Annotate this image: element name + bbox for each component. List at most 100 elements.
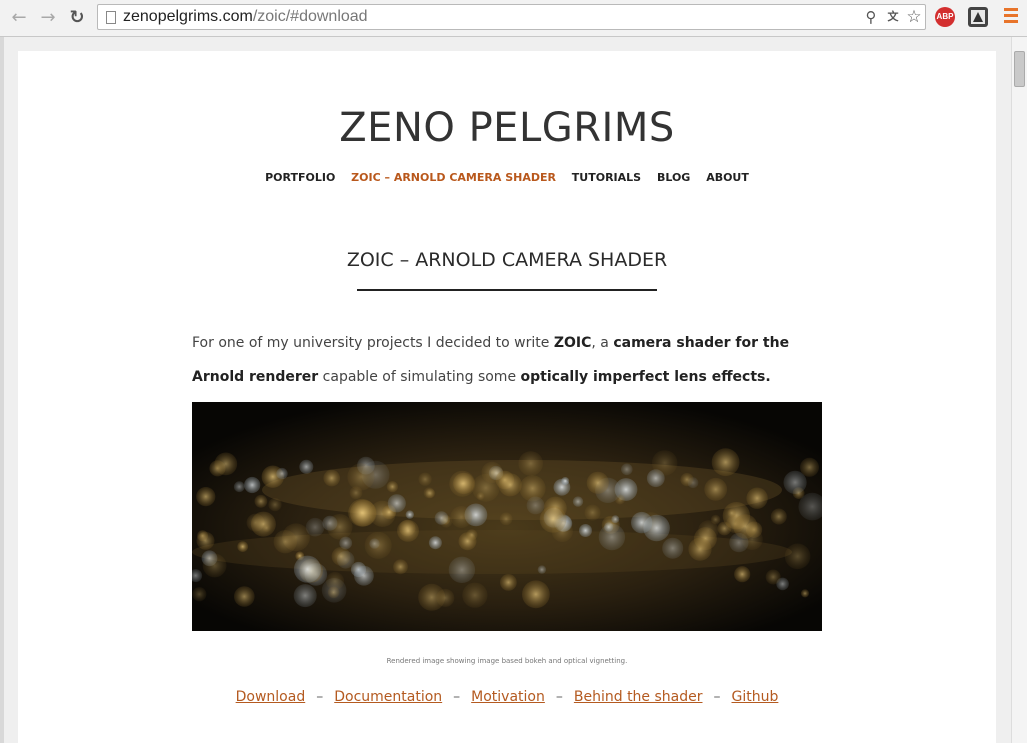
- intro-text-1: For one of my university projects I deci…: [192, 335, 554, 351]
- menu-item-blog[interactable]: BLOG: [657, 171, 690, 184]
- bokeh-highlight: [196, 487, 216, 507]
- bokeh-highlight: [652, 450, 678, 476]
- github-link[interactable]: Github: [732, 689, 779, 705]
- intro-text-3: capable of simulating some: [318, 369, 521, 385]
- bokeh-highlight: [405, 510, 414, 519]
- bokeh-highlight: [526, 496, 545, 515]
- bokeh-highlight: [268, 498, 282, 512]
- extension-icon[interactable]: [968, 7, 988, 27]
- bokeh-highlight: [397, 519, 419, 542]
- download-link[interactable]: Download: [236, 689, 306, 705]
- menu-item-about[interactable]: ABOUT: [706, 171, 749, 184]
- motivation-link[interactable]: Motivation: [471, 689, 545, 705]
- page-links: Download – Documentation – Motivation – Behind…: [18, 689, 996, 705]
- link-separator: –: [713, 689, 721, 705]
- zoom-icon[interactable]: ⚲: [862, 8, 880, 26]
- bokeh-highlight: [765, 569, 781, 585]
- page-icon: [106, 11, 116, 24]
- translate-icon[interactable]: 文: [884, 8, 902, 26]
- bokeh-highlight: [784, 543, 811, 570]
- bokeh-highlight: [387, 494, 406, 513]
- bokeh-highlight: [214, 452, 238, 476]
- image-caption: Rendered image showing image based bokeh…: [386, 657, 628, 665]
- bokeh-highlight: [770, 508, 787, 525]
- link-separator: –: [316, 689, 324, 705]
- bokeh-highlight: [522, 580, 550, 609]
- menu-item-tutorials[interactable]: TUTORIALS: [572, 171, 641, 184]
- reload-icon[interactable]: ↻: [66, 7, 88, 29]
- bokeh-highlight: [293, 555, 322, 583]
- bokeh-highlight: [710, 514, 721, 525]
- bokeh-highlight: [449, 470, 476, 497]
- bokeh-highlight: [293, 584, 317, 608]
- intro-bold-effects: optically imperfect lens effects.: [520, 369, 771, 385]
- bokeh-highlight: [386, 481, 398, 493]
- bokeh-highlight: [717, 521, 732, 536]
- menu-item-portfolio[interactable]: PORTFOLIO: [265, 171, 335, 184]
- bokeh-highlight: [325, 572, 345, 591]
- bokeh-highlight: [322, 515, 338, 531]
- bokeh-highlight: [436, 588, 455, 607]
- bokeh-highlight: [579, 524, 592, 537]
- content-area: ZENO PELGRIMS PORTFOLIO ZOIC – ARNOLD CA…: [18, 51, 996, 743]
- site-title[interactable]: ZENO PELGRIMS: [18, 105, 996, 151]
- address-bar[interactable]: zenopelgrims.com/zoic/#download ⚲ 文 ☆: [97, 4, 926, 30]
- url-text[interactable]: zenopelgrims.com/zoic/#download: [123, 8, 368, 26]
- bokeh-highlight: [348, 498, 376, 527]
- bokeh-highlight: [586, 471, 609, 494]
- bokeh-highlight: [499, 512, 513, 526]
- bokeh-highlight: [466, 529, 478, 541]
- forward-arrow-icon[interactable]: →: [37, 7, 59, 29]
- bokeh-highlight: [254, 494, 268, 508]
- bokeh-highlight: [448, 556, 476, 583]
- menu-icon[interactable]: [1004, 8, 1018, 26]
- bokeh-highlight: [234, 586, 255, 607]
- bokeh-highlight: [237, 541, 249, 552]
- bokeh-highlight: [631, 511, 653, 534]
- bokeh-highlight: [347, 463, 375, 491]
- url-path: /zoic/#download: [252, 8, 368, 25]
- page-viewport: ZENO PELGRIMS PORTFOLIO ZOIC – ARNOLD CA…: [0, 37, 1011, 743]
- vertical-scrollbar[interactable]: [1011, 37, 1027, 743]
- documentation-link[interactable]: Documentation: [334, 689, 442, 705]
- bokeh-highlight: [621, 463, 633, 476]
- bokeh-illustration: [192, 402, 822, 631]
- bokeh-highlight: [711, 448, 740, 477]
- adblock-label: ABP: [936, 12, 954, 21]
- bokeh-highlight: [476, 492, 485, 501]
- scrollbar-thumb[interactable]: [1014, 51, 1025, 87]
- bokeh-highlight: [276, 467, 288, 480]
- bokeh-highlight: [584, 504, 601, 521]
- bokeh-highlight: [462, 582, 488, 608]
- browser-toolbar: ← → ↻ zenopelgrims.com/zoic/#download ⚲ …: [0, 0, 1027, 37]
- menu-item-zoic[interactable]: ZOIC – ARNOLD CAMERA SHADER: [351, 171, 556, 184]
- bokeh-highlight: [704, 477, 728, 501]
- back-arrow-icon[interactable]: ←: [8, 7, 30, 29]
- bokeh-highlight: [434, 511, 449, 525]
- intro-text-2: , a: [591, 335, 614, 351]
- behind-the-shader-link[interactable]: Behind the shader: [574, 689, 703, 705]
- bokeh-highlight: [500, 574, 517, 591]
- intro-bold-zoic: ZOIC: [553, 335, 592, 351]
- bokeh-highlight: [450, 506, 473, 528]
- bokeh-highlight: [481, 461, 503, 483]
- bokeh-highlight: [680, 473, 694, 487]
- bokeh-highlight: [262, 523, 271, 533]
- title-divider: [357, 289, 657, 291]
- link-separator: –: [555, 689, 563, 705]
- bokeh-highlight: [428, 536, 442, 550]
- bokeh-highlight: [393, 559, 408, 575]
- intro-paragraph: For one of my university projects I deci…: [192, 326, 824, 394]
- extension-glyph-icon: [971, 10, 985, 24]
- page-title: ZOIC – ARNOLD CAMERA SHADER: [346, 249, 668, 271]
- bokeh-highlight: [299, 459, 314, 474]
- bokeh-highlight: [369, 538, 380, 549]
- bokeh-highlight: [305, 517, 325, 537]
- bokeh-highlight: [604, 522, 614, 532]
- bokeh-highlight: [783, 470, 807, 494]
- url-domain: zenopelgrims.com: [123, 8, 253, 25]
- adblock-extension-icon[interactable]: ABP: [935, 7, 955, 27]
- bokeh-highlight: [746, 487, 768, 509]
- star-icon[interactable]: ☆: [905, 8, 923, 26]
- bokeh-highlight: [800, 589, 810, 598]
